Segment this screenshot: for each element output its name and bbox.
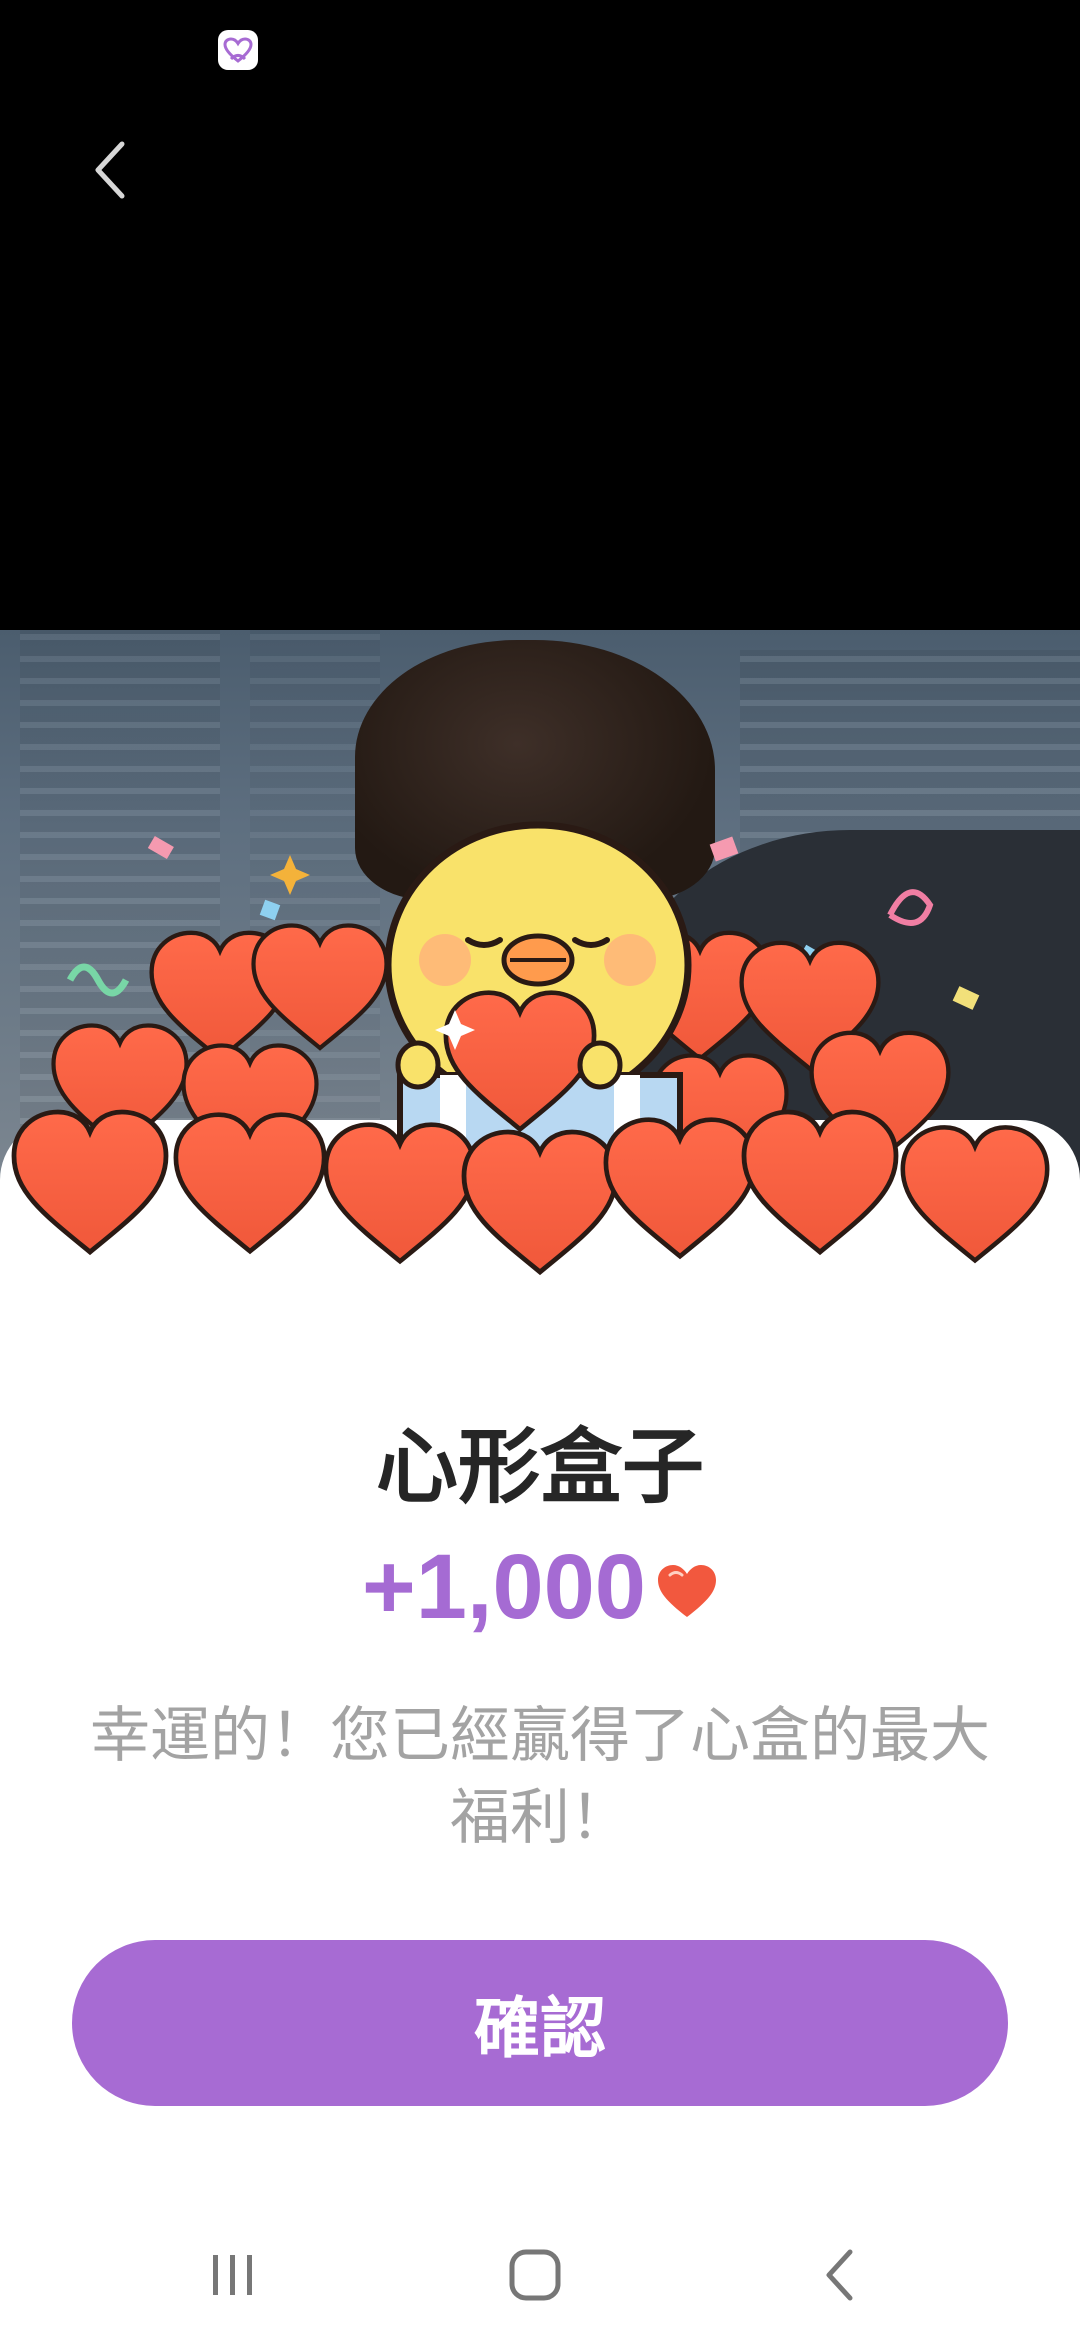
reward-message: 幸運的！您已經贏得了心盒的最大福利！ — [90, 1701, 990, 1853]
reward-amount-row: +1,000 — [0, 1535, 1080, 1640]
home-button[interactable] — [475, 2230, 595, 2320]
reward-amount: +1,000 — [362, 1536, 646, 1638]
home-icon — [509, 2249, 561, 2301]
screen: 心形盒子 +1,000 幸運的！您已經贏得了心盒的最大福利！ 確認 — [0, 0, 1080, 2340]
heart-box-illustration — [0, 821, 1080, 1320]
back-arrow-icon — [95, 141, 125, 199]
back-button[interactable] — [70, 130, 150, 210]
recents-button[interactable] — [173, 2230, 293, 2320]
app-heart-icon — [218, 30, 258, 70]
nav-back-icon — [826, 2249, 853, 2301]
confirm-button[interactable]: 確認 — [72, 1940, 1008, 2106]
system-nav-bar — [0, 2210, 1080, 2340]
recents-icon — [213, 2255, 252, 2295]
heart-icon — [657, 1564, 716, 1617]
status-bar — [0, 0, 1080, 110]
nav-back-button[interactable] — [780, 2230, 900, 2320]
reward-title: 心形盒子 — [375, 1420, 704, 1515]
